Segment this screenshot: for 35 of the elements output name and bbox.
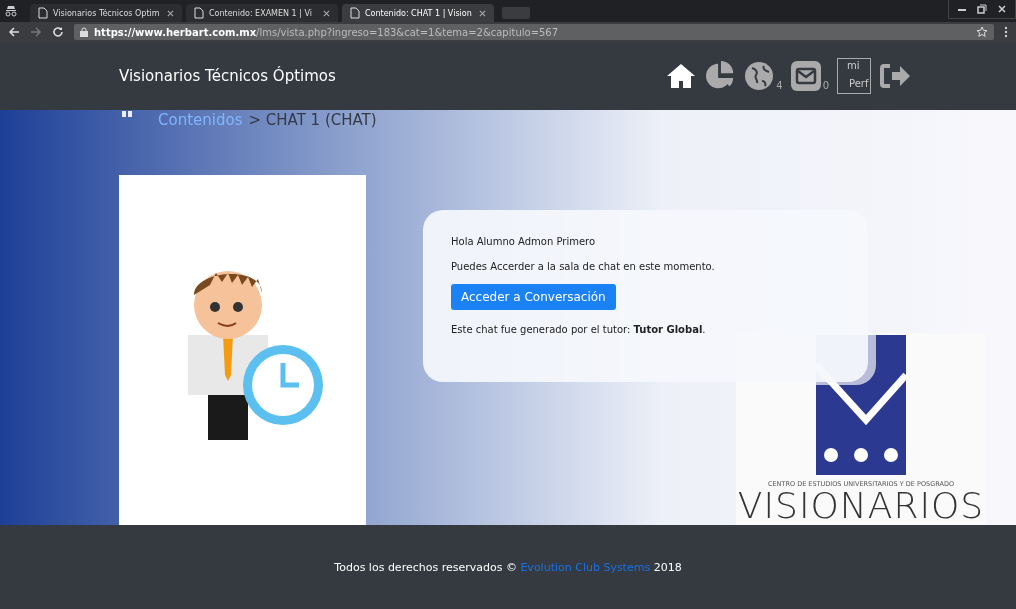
message-text: Puedes Accerder a la sala de chat en este momento. <box>451 261 715 272</box>
address-bar[interactable]: https://www.herbart.com.mx/lms/vista.php?ingreso=183&cat=1&tema=2&capitulo=567 <box>74 24 994 40</box>
reload-icon[interactable] <box>52 26 64 38</box>
copyright-text: Todos los derechos reservados © Evolution Club Systems 2018 <box>334 560 682 574</box>
close-icon[interactable] <box>323 9 330 17</box>
count-label: 4 <box>776 80 783 91</box>
lock-icon <box>80 27 88 37</box>
back-arrow-icon[interactable] <box>8 26 20 38</box>
browser-tab[interactable]: Visionarios Técnicos Óptim <box>30 4 182 22</box>
star-icon[interactable] <box>976 26 988 38</box>
greeting-text: Hola Alumno Admon Primero <box>451 236 596 247</box>
breadcrumb-current: > CHAT 1 (CHAT) <box>248 111 377 129</box>
close-icon[interactable] <box>997 4 1007 14</box>
site-title[interactable]: Visionarios Técnicos Óptimos <box>119 67 336 85</box>
tutor-note: Este chat fue generado por el tutor: Tutor Global. <box>451 324 706 335</box>
browser-tab[interactable]: Contenido: EXAMEN 1 | Vi <box>186 4 338 22</box>
home-icon[interactable] <box>666 63 697 89</box>
logout-icon[interactable] <box>879 63 911 89</box>
grid-icon <box>122 110 132 118</box>
close-icon[interactable] <box>479 9 486 17</box>
page-icon <box>350 7 360 19</box>
close-icon[interactable] <box>167 9 174 17</box>
join-conversation-button[interactable]: Acceder a Conversación <box>451 284 616 310</box>
globe-icon[interactable] <box>744 61 775 91</box>
page-icon <box>38 7 48 19</box>
browser-tab[interactable]: Contenido: CHAT 1 | Vision <box>342 4 494 22</box>
logo-wordmark: VISIONARIOS <box>737 488 985 524</box>
count-label: 0 <box>822 80 829 91</box>
restore-icon[interactable] <box>977 4 987 14</box>
page-icon <box>194 7 204 19</box>
menu-icon[interactable] <box>1004 26 1008 38</box>
broken-profile-image[interactable]: mi Perf <box>837 58 871 94</box>
forward-arrow-icon[interactable] <box>30 26 42 38</box>
envelope-icon[interactable] <box>790 61 821 91</box>
incognito-icon <box>4 5 18 17</box>
